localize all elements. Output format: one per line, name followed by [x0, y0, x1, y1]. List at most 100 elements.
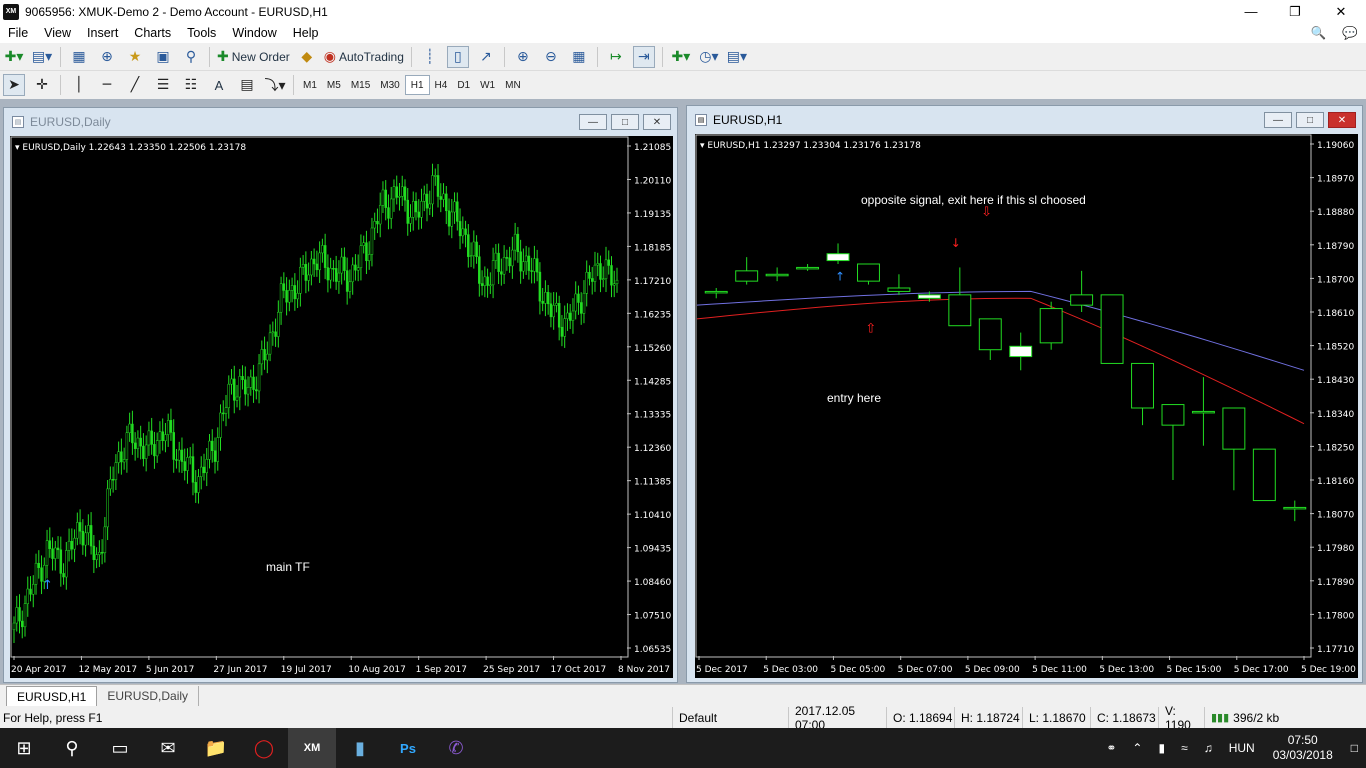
- h1-chart[interactable]: 1.19060 1.18970 1.18880 1.18790 1.18700 1.186…: [695, 134, 1358, 678]
- search-icon[interactable]: 🔍: [1303, 25, 1335, 41]
- restore-icon[interactable]: ❐: [1272, 0, 1318, 23]
- maximize-icon[interactable]: □: [1296, 112, 1324, 128]
- chart-window-daily[interactable]: ▤ EURUSD,Daily — □ ✕ 1.21085 1.20110 1.191…: [3, 107, 678, 683]
- market-watch-icon[interactable]: ▦: [68, 46, 90, 68]
- new-order-icon: ✚: [217, 49, 229, 65]
- chart-window-h1[interactable]: ▤ EURUSD,H1 — □ ✕ 1.19060 1.18970 1.18880 1…: [686, 105, 1363, 683]
- tf-mn[interactable]: MN: [500, 75, 526, 95]
- crosshair-icon[interactable]: ✛: [31, 74, 53, 96]
- tab-eurusd-daily[interactable]: EURUSD,Daily: [97, 686, 200, 706]
- tf-m1[interactable]: M1: [298, 75, 322, 95]
- people-icon[interactable]: ⚭: [1106, 741, 1116, 755]
- data-window-icon[interactable]: ⊕: [96, 46, 118, 68]
- windows-start-icon[interactable]: ⊞: [0, 728, 48, 768]
- tf-h4[interactable]: H4: [430, 75, 453, 95]
- menu-file[interactable]: File: [0, 26, 36, 40]
- minimize-icon[interactable]: —: [579, 114, 607, 130]
- tf-m5[interactable]: M5: [322, 75, 346, 95]
- profiles-icon[interactable]: ▤▾: [31, 46, 53, 68]
- cursor-icon[interactable]: ➤: [3, 74, 25, 96]
- tf-m30[interactable]: M30: [375, 75, 404, 95]
- candle-body: [568, 312, 572, 321]
- minimize-icon[interactable]: —: [1228, 0, 1274, 23]
- x-tick-label: 5 Jun 2017: [146, 665, 194, 675]
- candle-body: [541, 300, 544, 304]
- mail-icon[interactable]: ✉: [144, 728, 192, 768]
- candle-body: [172, 432, 175, 460]
- candle-body: [26, 588, 30, 604]
- file-explorer-icon[interactable]: 📁: [192, 728, 240, 768]
- task-view-icon[interactable]: ▭: [96, 728, 144, 768]
- candle-body: [826, 253, 850, 262]
- metaeditor-icon[interactable]: ◆: [296, 46, 318, 68]
- candle-body: [1100, 294, 1124, 364]
- close-icon[interactable]: ✕: [643, 114, 671, 130]
- arrows-icon[interactable]: ⤵▾: [264, 74, 286, 96]
- candle-body: [497, 252, 500, 272]
- tf-m15[interactable]: M15: [346, 75, 375, 95]
- wifi-icon[interactable]: ≈: [1181, 741, 1188, 755]
- auto-scroll-icon[interactable]: ↦: [605, 46, 627, 68]
- autotrading-button[interactable]: ◉ AutoTrading: [324, 46, 404, 68]
- menu-help[interactable]: Help: [285, 26, 327, 40]
- candle-body: [560, 326, 564, 337]
- trendline-icon[interactable]: ╱: [124, 74, 146, 96]
- opera-icon[interactable]: ◯: [240, 728, 288, 768]
- notifications-icon[interactable]: □: [1351, 741, 1358, 755]
- periods-icon[interactable]: ◷▾: [698, 46, 720, 68]
- maximize-icon[interactable]: □: [611, 114, 639, 130]
- status-bar: For Help, press F1 Default 2017.12.05 07…: [0, 704, 1366, 732]
- xm-app-icon[interactable]: XM: [288, 728, 336, 768]
- tile-windows-icon[interactable]: ▦: [568, 46, 590, 68]
- chart-shift-icon[interactable]: ⇥: [632, 46, 655, 68]
- candle-body: [329, 268, 332, 281]
- terminal-icon[interactable]: ▣: [152, 46, 174, 68]
- text-icon[interactable]: A: [208, 74, 230, 96]
- language-indicator[interactable]: HUN: [1229, 741, 1255, 755]
- zoom-in-icon[interactable]: ⊕: [512, 46, 534, 68]
- battery-icon[interactable]: ▮: [1158, 741, 1165, 755]
- templates-icon[interactable]: ▤▾: [726, 46, 748, 68]
- candle-body: [51, 548, 54, 559]
- menu-view[interactable]: View: [36, 26, 79, 40]
- menu-charts[interactable]: Charts: [126, 26, 179, 40]
- equidistant-channel-icon[interactable]: ☰: [152, 74, 174, 96]
- chat-icon[interactable]: 💬: [1334, 25, 1366, 41]
- notes-icon[interactable]: ▮: [336, 728, 384, 768]
- horizontal-line-icon[interactable]: ─: [96, 74, 118, 96]
- close-icon[interactable]: ✕: [1328, 112, 1356, 128]
- tf-d1[interactable]: D1: [452, 75, 475, 95]
- chevron-up-icon[interactable]: ⌃: [1132, 741, 1142, 755]
- new-order-button[interactable]: ✚ New Order: [217, 46, 290, 68]
- navigator-icon[interactable]: ★: [124, 46, 146, 68]
- new-chart-icon[interactable]: ✚▾: [3, 46, 25, 68]
- bar-chart-icon[interactable]: ┊: [419, 46, 441, 68]
- menu-window[interactable]: Window: [224, 26, 284, 40]
- candle-body: [447, 210, 451, 227]
- candle-body: [255, 389, 258, 392]
- text-label-icon[interactable]: ▤: [236, 74, 258, 96]
- volume-icon[interactable]: ♫: [1204, 741, 1213, 755]
- photoshop-icon[interactable]: Ps: [384, 728, 432, 768]
- menu-insert[interactable]: Insert: [79, 26, 126, 40]
- menu-tools[interactable]: Tools: [179, 26, 224, 40]
- daily-chart[interactable]: 1.21085 1.20110 1.19135 1.18185 1.17210 1.162…: [10, 136, 673, 678]
- tf-h1[interactable]: H1: [404, 75, 430, 95]
- clock[interactable]: 07:50 03/03/2018: [1273, 733, 1333, 763]
- vertical-line-icon[interactable]: │: [68, 74, 90, 96]
- candle-body: [213, 450, 217, 462]
- zoom-out-icon[interactable]: ⊖: [540, 46, 562, 68]
- candle-body: [555, 303, 558, 306]
- indicators-icon[interactable]: ✚▾: [670, 46, 692, 68]
- candlesticks-icon[interactable]: ▯: [446, 46, 469, 68]
- tf-w1[interactable]: W1: [475, 75, 500, 95]
- candle-body: [434, 175, 437, 177]
- line-chart-icon[interactable]: ↗: [475, 46, 497, 68]
- viber-icon[interactable]: ✆: [432, 728, 480, 768]
- tab-eurusd-h1[interactable]: EURUSD,H1: [6, 686, 98, 706]
- strategy-tester-icon[interactable]: ⚲: [180, 46, 202, 68]
- search-icon[interactable]: ⚲: [48, 728, 96, 768]
- minimize-icon[interactable]: —: [1264, 112, 1292, 128]
- close-icon[interactable]: ✕: [1318, 0, 1364, 23]
- fibonacci-icon[interactable]: ☷: [180, 74, 202, 96]
